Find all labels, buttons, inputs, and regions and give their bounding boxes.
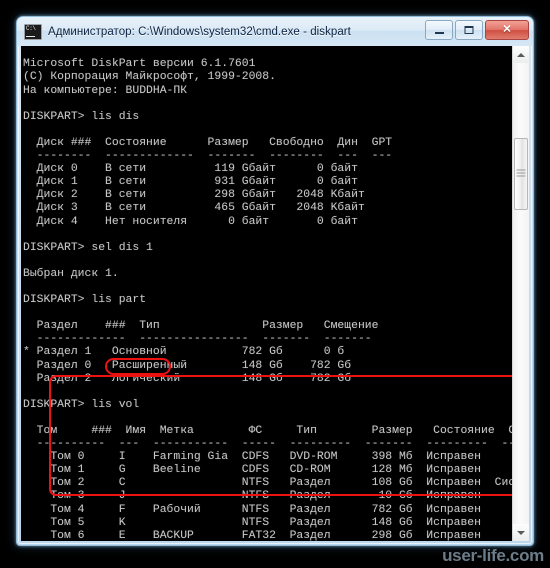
console-output-area[interactable]: Microsoft DiskPart версии 6.1.7601 (C) К… bbox=[21, 46, 512, 541]
vertical-scrollbar[interactable] bbox=[512, 46, 529, 541]
scroll-up-button[interactable] bbox=[513, 46, 529, 63]
window-title: Администратор: C:\Windows\system32\cmd.e… bbox=[48, 25, 351, 38]
scroll-down-button[interactable] bbox=[513, 524, 529, 541]
maximize-button[interactable] bbox=[455, 20, 483, 40]
console-client-area: Microsoft DiskPart версии 6.1.7601 (C) К… bbox=[21, 46, 529, 541]
scrollbar-thumb[interactable] bbox=[514, 138, 528, 210]
close-button[interactable]: ✕ bbox=[485, 20, 529, 40]
cmd-console-icon bbox=[24, 23, 42, 40]
chevron-up-icon bbox=[517, 52, 525, 57]
console-text: Microsoft DiskPart версии 6.1.7601 (C) К… bbox=[23, 58, 512, 541]
chevron-down-icon bbox=[517, 530, 525, 535]
caption-buttons: ✕ bbox=[425, 20, 529, 40]
minimize-icon bbox=[435, 32, 444, 34]
minimize-button[interactable] bbox=[425, 20, 453, 40]
watermark: user-life.com bbox=[442, 546, 544, 565]
maximize-icon bbox=[464, 26, 474, 34]
close-icon: ✕ bbox=[502, 23, 512, 36]
cmd-window[interactable]: Администратор: C:\Windows\system32\cmd.e… bbox=[16, 16, 534, 546]
scrollbar-grip-icon bbox=[516, 169, 526, 179]
title-bar[interactable]: Администратор: C:\Windows\system32\cmd.e… bbox=[17, 17, 533, 46]
